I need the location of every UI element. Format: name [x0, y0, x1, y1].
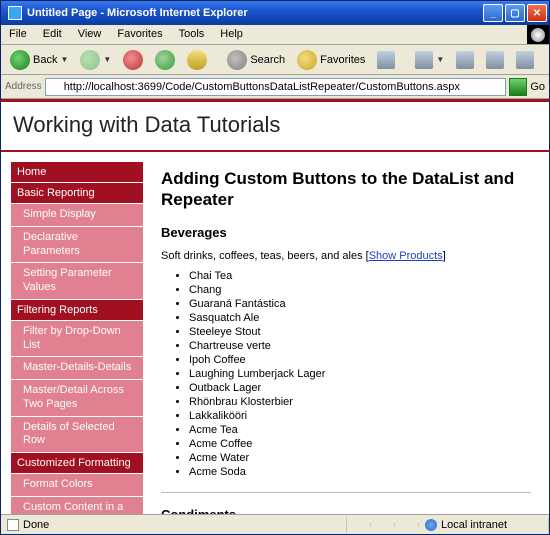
maximize-button[interactable]: ▢ [505, 4, 525, 22]
section-condiments-heading: Condiments [161, 507, 531, 515]
menu-favorites[interactable]: Favorites [109, 25, 170, 44]
list-item: Chang [189, 284, 531, 296]
minimize-button[interactable]: _ [483, 4, 503, 22]
list-item: Guaraná Fantástica [189, 298, 531, 310]
list-item: Acme Coffee [189, 438, 531, 450]
forward-icon [80, 50, 100, 70]
chevron-down-icon: ▼ [60, 55, 68, 64]
document-icon [7, 519, 19, 531]
edit-button[interactable] [511, 48, 539, 72]
nav-master-detail-two-pages[interactable]: Master/Detail Across Two Pages [11, 380, 143, 416]
nav-home[interactable]: Home [11, 162, 143, 182]
nav-format-colors[interactable]: Format Colors [11, 474, 143, 496]
close-button[interactable]: ✕ [527, 4, 547, 22]
favorites-button[interactable]: Favorites [292, 47, 370, 73]
nav-filtering-reports[interactable]: Filtering Reports [11, 300, 143, 320]
list-item: Acme Tea [189, 424, 531, 436]
nav-basic-reporting[interactable]: Basic Reporting [11, 183, 143, 203]
refresh-icon [155, 50, 175, 70]
mail-button[interactable] [451, 48, 479, 72]
menu-tools[interactable]: Tools [171, 25, 213, 44]
menu-file[interactable]: File [1, 25, 35, 44]
page-title: Working with Data Tutorials [1, 102, 549, 152]
go-button[interactable] [509, 78, 527, 96]
address-input[interactable] [45, 78, 507, 96]
stop-icon [123, 50, 143, 70]
list-item: Laughing Lumberjack Lager [189, 368, 531, 380]
list-item: Steeleye Stout [189, 326, 531, 338]
star-icon [297, 50, 317, 70]
beverages-list: Chai Tea Chang Guaraná Fantástica Sasquatch… [189, 270, 531, 478]
ie-icon [8, 6, 22, 20]
history-button[interactable]: ▼ [410, 48, 449, 72]
back-icon [10, 50, 30, 70]
status-text: Done [23, 519, 49, 531]
title-bar: Untitled Page - Microsoft Internet Explo… [1, 1, 549, 25]
list-item: Chai Tea [189, 270, 531, 282]
nav-details-selected-row[interactable]: Details of Selected Row [11, 417, 143, 453]
status-bar: Done Local intranet [1, 514, 549, 534]
section-beverages-desc: Soft drinks, coffees, teas, beers, and a… [161, 250, 531, 262]
address-label: Address [5, 81, 42, 92]
nav-custom-content-gridview[interactable]: Custom Content in a GridView [11, 497, 143, 514]
search-icon [227, 50, 247, 70]
list-item: Acme Soda [189, 466, 531, 478]
media-button[interactable] [372, 48, 400, 72]
print-icon [486, 51, 504, 69]
refresh-button[interactable] [150, 47, 180, 73]
home-button[interactable] [182, 47, 212, 73]
list-item: Chartreuse verte [189, 340, 531, 352]
home-icon [187, 50, 207, 70]
nav-setting-parameter-values[interactable]: Setting Parameter Values [11, 263, 143, 299]
list-item: Sasquatch Ale [189, 312, 531, 324]
content-area[interactable]: Working with Data Tutorials Home Basic R… [1, 99, 549, 514]
main-content: Adding Custom Buttons to the DataList an… [143, 152, 549, 514]
list-item: Acme Water [189, 452, 531, 464]
media-icon [377, 51, 395, 69]
edit-icon [516, 51, 534, 69]
menu-bar: File Edit View Favorites Tools Help [1, 25, 549, 45]
content-heading: Adding Custom Buttons to the DataList an… [161, 168, 531, 211]
throbber-icon [527, 25, 549, 44]
print-button[interactable] [481, 48, 509, 72]
chevron-down-icon: ▼ [103, 55, 111, 64]
list-item: Lakkalikööri [189, 410, 531, 422]
zone-text: Local intranet [441, 519, 507, 531]
nav-simple-display[interactable]: Simple Display [11, 204, 143, 226]
section-beverages-heading: Beverages [161, 225, 531, 240]
menu-view[interactable]: View [70, 25, 110, 44]
mail-icon [456, 51, 474, 69]
address-bar: Address Go [1, 75, 549, 99]
list-item: Rhönbrau Klosterbier [189, 396, 531, 408]
nav-customized-formatting[interactable]: Customized Formatting [11, 453, 143, 473]
sidebar: Home Basic Reporting Simple Display Decl… [1, 152, 143, 514]
search-button[interactable]: Search [222, 47, 290, 73]
go-label: Go [530, 81, 545, 93]
list-item: Outback Lager [189, 382, 531, 394]
show-products-beverages[interactable]: Show Products [369, 250, 443, 262]
menu-help[interactable]: Help [212, 25, 251, 44]
nav-master-details-details[interactable]: Master-Details-Details [11, 357, 143, 379]
nav-filter-dropdown[interactable]: Filter by Drop-Down List [11, 321, 143, 357]
zone-icon [425, 519, 437, 531]
window-title: Untitled Page - Microsoft Internet Explo… [27, 7, 483, 19]
stop-button[interactable] [118, 47, 148, 73]
nav-declarative-parameters[interactable]: Declarative Parameters [11, 227, 143, 263]
forward-button[interactable]: ▼ [75, 47, 116, 73]
menu-edit[interactable]: Edit [35, 25, 70, 44]
list-item: Ipoh Coffee [189, 354, 531, 366]
history-icon [415, 51, 433, 69]
back-button[interactable]: Back▼ [5, 47, 73, 73]
toolbar: Back▼ ▼ Search Favorites ▼ [1, 45, 549, 75]
